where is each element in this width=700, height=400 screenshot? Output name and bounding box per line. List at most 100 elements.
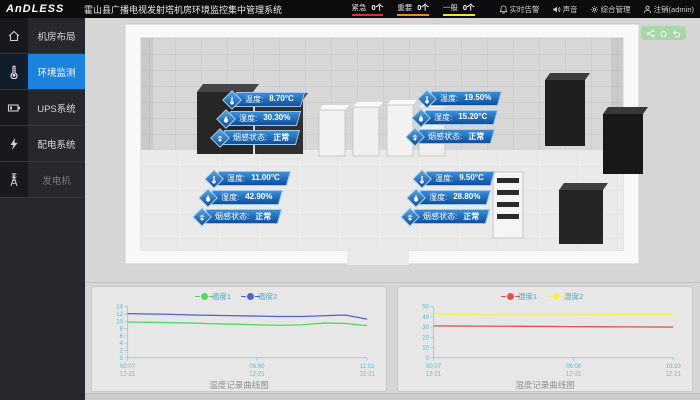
sensor-group-bottom-right: 温度:9.50°C 湿度:28.80% 烟感状态:正常 (403, 171, 493, 228)
sidebar-item-label: UPS系统 (28, 90, 85, 125)
admin-management-button[interactable]: 综合管理 (590, 4, 631, 15)
logout-button[interactable]: 注销(admin) (643, 4, 694, 15)
sound-button[interactable]: 声音 (552, 4, 578, 15)
server-cabinet (545, 80, 585, 146)
alarm-counter-major[interactable]: 重要 0个 (397, 2, 429, 16)
svg-text:10: 10 (116, 319, 123, 325)
svg-text:12-21: 12-21 (249, 371, 265, 377)
svg-text:50: 50 (422, 305, 429, 311)
alarm-count: 0个 (417, 2, 429, 13)
alarm-counter-critical[interactable]: 紧急 0个 (352, 2, 384, 16)
alarm-bar-major (397, 14, 429, 16)
svg-text:00:07: 00:07 (426, 364, 442, 370)
divider (85, 282, 700, 283)
main-content: 温度:8.70°C 湿度:30.30% 烟感状态:正常 温度:19.50% 湿度… (85, 18, 700, 400)
topbar: AnDLESS 霍山县广播电视发射塔机房环境监控集中管理系统 紧急 0个 重要 … (0, 0, 700, 18)
menu-label: 声音 (563, 4, 578, 15)
svg-text:12-21: 12-21 (426, 371, 442, 377)
sidebar-item-environment-monitoring[interactable]: 环境监测 (0, 54, 85, 90)
bell-icon (499, 5, 508, 14)
alarm-count: 0个 (372, 2, 384, 13)
smoke-status-tag: 烟感状态:正常 (415, 129, 496, 144)
smoke-status-tag: 烟感状态:正常 (410, 209, 491, 224)
menu-label: 注销(admin) (654, 4, 694, 15)
alarm-label: 一般 (443, 2, 458, 13)
svg-text:12-21: 12-21 (120, 371, 136, 377)
alarm-label: 紧急 (352, 2, 367, 13)
legend-dot (507, 293, 514, 300)
home-icon (0, 18, 28, 53)
sensor-group-top-left: 温度:8.70°C 湿度:30.30% 烟感状态:正常 (213, 92, 303, 149)
svg-text:12-21: 12-21 (566, 371, 582, 377)
svg-text:0: 0 (120, 356, 124, 362)
server-cabinet (559, 190, 603, 244)
chart-title: 湿度记录曲线图 (398, 379, 692, 391)
svg-text:8: 8 (120, 327, 124, 333)
menu-label: 综合管理 (601, 4, 631, 15)
svg-text:10:10: 10:10 (666, 364, 682, 370)
menu-label: 实时告警 (510, 4, 540, 15)
humidity-tag: 湿度:28.80% (416, 190, 492, 205)
realtime-alarm-button[interactable]: 实时告警 (499, 4, 540, 15)
legend-entry: 温度2 (247, 291, 277, 302)
svg-text:6: 6 (120, 334, 124, 340)
alarm-bar-critical (352, 14, 384, 16)
humidity-chart-card: 湿度1 湿度2 0102030405000:0712-2106:0012-211… (397, 286, 693, 392)
sidebar-item-label: 环境监测 (28, 54, 85, 89)
room-3d-canvas (97, 22, 677, 284)
chart-legend: 湿度1 湿度2 (398, 290, 692, 302)
alarm-count: 0个 (463, 2, 475, 13)
temperature-tag: 温度:11.00°C (214, 171, 291, 186)
svg-text:11:01: 11:01 (360, 364, 375, 370)
humidity-tag: 湿度:15.20°C (421, 110, 499, 125)
door-opening (347, 248, 409, 265)
gear-icon (590, 5, 599, 14)
sidebar-item-ups-system[interactable]: UPS系统 (0, 90, 85, 126)
legend-entry: 湿度2 (553, 291, 583, 302)
legend-dot (247, 293, 254, 300)
chart-title: 温度记录曲线图 (92, 379, 386, 391)
topbar-menu: 实时告警 声音 综合管理 注销(admin) (499, 4, 694, 15)
svg-text:12-21: 12-21 (665, 371, 681, 377)
sidebar-item-power-distribution[interactable]: 配电系统 (0, 126, 85, 162)
speaker-icon (552, 5, 561, 14)
legend-entry: 温度1 (201, 291, 231, 302)
logout-icon (643, 5, 652, 14)
sidebar-item-generator[interactable]: 发电机 (0, 162, 85, 198)
svg-text:4: 4 (120, 341, 124, 347)
smoke-status-tag: 烟感状态:正常 (220, 130, 301, 145)
svg-text:2: 2 (120, 348, 124, 354)
svg-text:12: 12 (116, 312, 123, 318)
sidebar-item-label: 机房布局 (28, 18, 85, 53)
alarm-label: 重要 (397, 2, 412, 13)
svg-text:0: 0 (426, 356, 430, 362)
humidity-tag: 湿度:42.90% (208, 190, 284, 205)
alarm-bar-normal (443, 14, 475, 16)
reset-view-button[interactable] (659, 29, 668, 38)
sidebar-item-label: 发电机 (28, 162, 85, 197)
humidity-tag: 湿度:30.30% (226, 111, 302, 126)
svg-text:10: 10 (422, 346, 429, 352)
tower-icon (0, 162, 28, 197)
sidebar: 机房布局 环境监测 UPS系统 配电系统 发电机 (0, 18, 85, 400)
bolt-icon (0, 126, 28, 161)
battery-icon (0, 90, 28, 125)
room-3d-view[interactable] (97, 22, 677, 284)
page-title: 霍山县广播电视发射塔机房环境监控集中管理系统 (84, 3, 282, 16)
svg-text:00:07: 00:07 (120, 364, 136, 370)
svg-text:12-21: 12-21 (359, 371, 375, 377)
thermometer-icon (0, 54, 28, 89)
legend-dot (201, 293, 208, 300)
humidity-line-chart: 0102030405000:0712-2106:0012-2110:1012-2… (398, 302, 692, 380)
svg-text:14: 14 (116, 305, 123, 311)
svg-text:20: 20 (422, 335, 429, 341)
alarm-counter-normal[interactable]: 一般 0个 (443, 2, 475, 16)
svg-text:40: 40 (422, 315, 429, 321)
sidebar-item-room-layout[interactable]: 机房布局 (0, 18, 85, 54)
temperature-line-chart: 0246810121400:0712-2106:0012-2111:0112-2… (92, 302, 386, 380)
svg-text:06:00: 06:00 (566, 364, 582, 370)
view-settings-button[interactable] (646, 29, 655, 38)
undo-view-button[interactable] (672, 29, 681, 38)
svg-text:06:00: 06:00 (249, 364, 265, 370)
sensor-group-top-right: 温度:19.50% 湿度:15.20°C 烟感状态:正常 (408, 91, 500, 148)
